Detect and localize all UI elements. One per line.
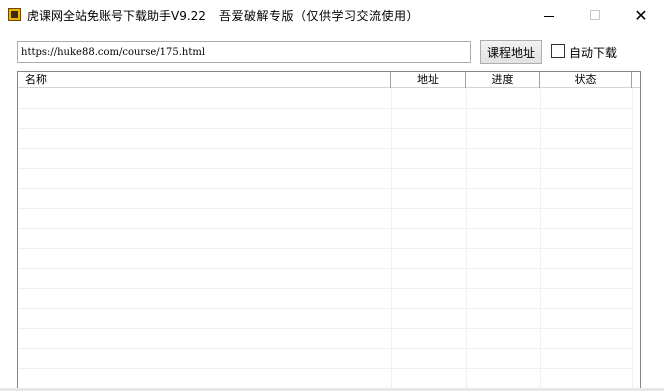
maximize-button[interactable] [572,0,618,30]
minimize-button[interactable] [526,0,572,30]
close-button[interactable]: ✕ [618,0,664,30]
maximize-icon [590,10,600,20]
app-logo-icon [8,8,21,21]
auto-download-label[interactable]: 自动下载 [569,44,617,61]
grid-line-column [391,89,392,388]
list-header: 名称 地址 进度 状态 [18,72,640,88]
grid-line-column [540,89,541,388]
column-header-status[interactable]: 状态 [540,72,632,88]
close-icon: ✕ [634,5,648,25]
list-body [18,89,640,388]
course-url-input[interactable] [17,41,471,63]
minimize-icon [544,15,554,17]
column-header-address[interactable]: 地址 [391,72,466,88]
title-bar: 虎课网全站免账号下载助手V9.22 吾爱破解专版（仅供学习交流使用） ✕ [0,0,664,30]
column-header-progress[interactable]: 进度 [466,72,540,88]
column-header-name[interactable]: 名称 [18,72,391,88]
download-list[interactable]: 名称 地址 进度 状态 [17,71,641,389]
auto-download-checkbox[interactable] [551,44,565,58]
window-title: 虎课网全站免账号下载助手V9.22 [27,9,206,23]
window-subtitle: 吾爱破解专版（仅供学习交流使用） [219,9,420,23]
grid-line-column [466,89,467,388]
grid-line-column [632,89,633,388]
course-address-button[interactable]: 课程地址 [480,40,542,64]
